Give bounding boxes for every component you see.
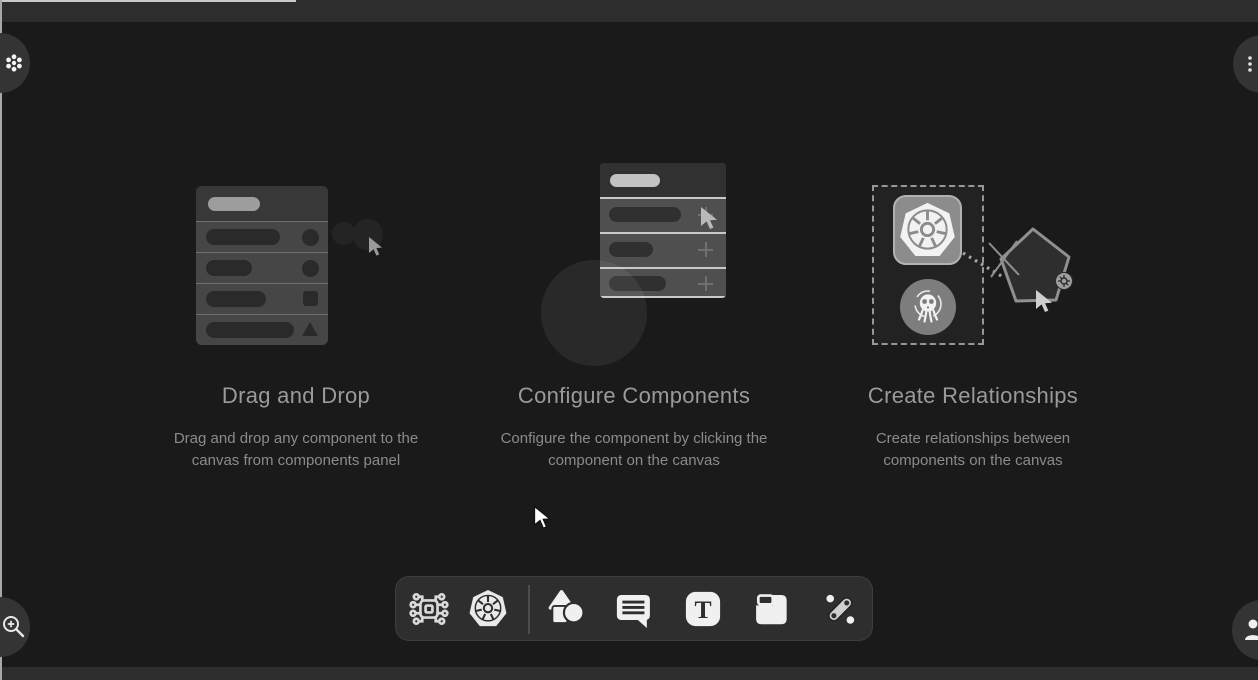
panel-row: [196, 252, 328, 284]
note-icon[interactable]: [750, 587, 794, 631]
circle-shape: [302, 229, 319, 246]
panel-row: [196, 283, 328, 315]
panel-row: [196, 314, 328, 345]
row-label-placeholder: [206, 260, 252, 276]
onboarding-card-configure-components: Configure Components Configure the compo…: [484, 120, 784, 480]
svg-text:T: T: [694, 595, 711, 624]
component-ghost-circle: [541, 260, 647, 366]
flower-icon: [3, 52, 25, 74]
card-title: Create Relationships: [823, 383, 1123, 409]
row-label-placeholder: [609, 207, 681, 222]
text-tool-icon[interactable]: T: [681, 587, 725, 631]
panel-row: [600, 232, 726, 267]
card-title: Drag and Drop: [146, 383, 446, 409]
left-edge-highlight: [0, 0, 2, 680]
top-edge-highlight: [0, 0, 296, 2]
components-icon[interactable]: [407, 587, 451, 631]
row-label-placeholder: [206, 229, 280, 245]
edge-button-top-right[interactable]: [1233, 35, 1258, 93]
squid-mascot-icon: [900, 279, 956, 335]
panel-title-placeholder: [610, 174, 660, 187]
top-bar: [0, 0, 1258, 22]
zoom-in-icon: [1, 614, 27, 640]
row-label-placeholder: [206, 322, 294, 338]
user-icon: [1244, 617, 1258, 643]
plus-icon: [698, 276, 713, 291]
mouse-cursor-icon: [533, 505, 555, 531]
panel-row: [196, 221, 328, 253]
bottom-bar: [0, 667, 1258, 680]
card-description: Drag and drop any component to the canva…: [156, 428, 436, 472]
dots-icon: [1245, 54, 1258, 74]
shapes-icon[interactable]: [545, 587, 589, 631]
meshery-node: [900, 279, 956, 335]
onboarding-card-drag-and-drop: Drag and Drop Drag and drop any componen…: [146, 120, 446, 480]
dotted-edge: [963, 253, 1003, 277]
edge-button-bottom-left[interactable]: [0, 597, 30, 657]
card-description: Create relationships between components …: [833, 428, 1113, 472]
relationship-icon[interactable]: [818, 587, 862, 631]
kubernetes-icon[interactable]: [466, 587, 510, 631]
card-title: Configure Components: [484, 383, 784, 409]
row-label-placeholder: [206, 291, 266, 307]
square-shape: [303, 291, 318, 306]
kubernetes-icon: [895, 197, 960, 263]
design-canvas[interactable]: Drag and Drop Drag and drop any componen…: [0, 0, 1258, 680]
comment-icon[interactable]: [612, 587, 656, 631]
tools-dock: T: [395, 576, 873, 641]
kubernetes-node: [893, 195, 962, 265]
gear-handle-icon: [1056, 273, 1073, 290]
dock-divider: [528, 585, 530, 634]
pentagon-shape: [1001, 229, 1069, 301]
drag-cursor-icon: [368, 236, 386, 258]
onboarding-card-create-relationships: Create Relationships Create relationship…: [823, 120, 1123, 480]
components-panel-illustration: [196, 186, 328, 345]
edge-button-bottom-right[interactable]: [1232, 600, 1258, 660]
circle-shape: [302, 260, 319, 277]
plus-icon: [698, 242, 713, 257]
click-cursor-icon: [700, 206, 722, 232]
panel-header: [600, 163, 726, 197]
row-label-placeholder: [609, 242, 653, 257]
panel-header: [196, 186, 328, 221]
card-description: Configure the component by clicking the …: [494, 428, 774, 472]
panel-title-placeholder: [208, 197, 260, 211]
triangle-shape: [302, 322, 318, 336]
edge-button-top-left[interactable]: [0, 33, 30, 93]
